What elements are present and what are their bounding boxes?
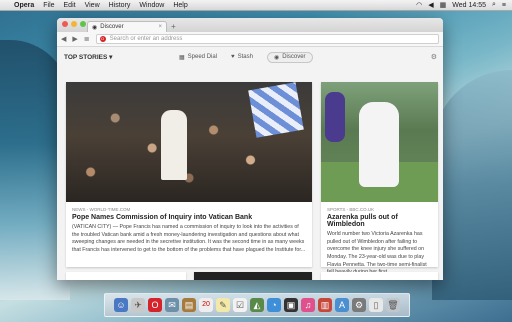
- system-preferences-icon[interactable]: ⚙: [352, 298, 366, 312]
- notes-icon[interactable]: ✎: [216, 298, 230, 312]
- clock[interactable]: Wed 14:55: [452, 2, 486, 9]
- menu-view[interactable]: View: [85, 2, 100, 9]
- tab-discover[interactable]: ◉ Discover ×: [87, 21, 167, 32]
- story-source: SPORTS - BBC.CO.UK: [327, 207, 375, 212]
- mac-menubar: Opera File Edit View History Window Help…: [0, 0, 512, 11]
- story-card-vatican[interactable]: NEWS - WORLD-TIME.COM Pope Names Commiss…: [66, 82, 312, 267]
- story-card-wimbledon[interactable]: SPORTS - BBC.CO.UK Azarenka pulls out of…: [321, 82, 438, 275]
- story-summary: (VATICAN CITY) — Pope Francis has named …: [72, 224, 306, 254]
- stash-button[interactable]: ♥ Stash: [231, 54, 253, 60]
- search-icon[interactable]: ⌕: [492, 1, 496, 9]
- tab-bar: ◉ Discover × +: [57, 18, 443, 32]
- story-image-tennis: [321, 82, 438, 202]
- player-figure: [359, 102, 399, 187]
- menu-list-icon[interactable]: ≡: [502, 2, 506, 9]
- launchpad-icon[interactable]: ✈: [131, 298, 145, 312]
- top-stories-dropdown[interactable]: TOP STORIES ▾: [64, 53, 112, 61]
- close-tab-icon[interactable]: ×: [158, 24, 162, 30]
- minimize-window-button[interactable]: [71, 21, 77, 27]
- desktop-wallpaper-wave-right: [432, 70, 512, 300]
- forward-icon[interactable]: ▶: [72, 35, 77, 43]
- story-source: NEWS - WORLD-TIME.COM: [72, 207, 131, 212]
- bavarian-flag: [248, 82, 304, 138]
- address-field[interactable]: O Search or enter an address: [95, 34, 439, 44]
- itunes-icon[interactable]: ♫: [301, 298, 315, 312]
- discover-label: Discover: [282, 54, 306, 60]
- story-card-partial-dark[interactable]: [194, 272, 312, 280]
- story-headline[interactable]: Azarenka pulls out of Wimbledon: [321, 212, 438, 228]
- trash-icon[interactable]: 🗑: [386, 298, 400, 312]
- zoom-window-button[interactable]: [80, 21, 86, 27]
- pope-figure: [161, 110, 187, 180]
- books-icon[interactable]: ▥: [318, 298, 332, 312]
- discover-button[interactable]: ◉ Discover: [266, 51, 313, 63]
- top-stories-label: TOP STORIES: [64, 54, 108, 61]
- address-bar-row: ◀ ▶ ≣ O Search or enter an address: [57, 32, 443, 47]
- back-icon[interactable]: ◀: [61, 35, 66, 43]
- grid-icon: ▦: [179, 54, 185, 61]
- story-card-partial[interactable]: [321, 272, 438, 280]
- calendar-icon[interactable]: 20: [199, 298, 213, 312]
- menu-history[interactable]: History: [109, 2, 131, 9]
- contacts-icon[interactable]: ▤: [182, 298, 196, 312]
- menu-file[interactable]: File: [43, 2, 54, 9]
- tab-title: Discover: [100, 24, 124, 30]
- opera-logo-icon: O: [99, 36, 106, 42]
- opera-icon[interactable]: O: [148, 298, 162, 312]
- story-card-partial[interactable]: [66, 272, 186, 280]
- speed-dial-button[interactable]: ▦ Speed Dial: [179, 54, 217, 61]
- wifi-icon[interactable]: ◠: [416, 1, 422, 9]
- toolbar-center: ▦ Speed Dial ♥ Stash ◉ Discover: [179, 51, 313, 63]
- flag-icon[interactable]: ▦: [440, 1, 447, 9]
- document-icon[interactable]: ▯: [369, 298, 383, 312]
- dock: ☺ ✈ O ✉ ▤ 20 ✎ ☑ ◭ ◔ ▣ ♫ ▥ A ⚙ ▯ 🗑: [104, 293, 410, 317]
- close-window-button[interactable]: [62, 21, 68, 27]
- messages-icon[interactable]: ◔: [267, 298, 281, 312]
- discover-toolbar: TOP STORIES ▾ ▦ Speed Dial ♥ Stash ◉ Dis…: [57, 47, 443, 67]
- tabs-menu-icon[interactable]: ≣: [84, 35, 90, 43]
- menu-edit[interactable]: Edit: [64, 2, 76, 9]
- finder-icon[interactable]: ☺: [114, 298, 128, 312]
- menu-help[interactable]: Help: [173, 2, 187, 9]
- menu-app-name[interactable]: Opera: [14, 2, 34, 9]
- mail-icon[interactable]: ✉: [165, 298, 179, 312]
- volume-icon[interactable]: ◀: [428, 1, 433, 9]
- discover-tab-icon: ◉: [92, 24, 98, 31]
- heart-icon: ♥: [231, 54, 235, 60]
- reminders-icon[interactable]: ☑: [233, 298, 247, 312]
- app-store-icon[interactable]: A: [335, 298, 349, 312]
- address-placeholder: Search or enter an address: [109, 36, 183, 42]
- stash-label: Stash: [237, 54, 253, 60]
- speed-dial-label: Speed Dial: [187, 54, 218, 60]
- new-tab-button[interactable]: +: [171, 22, 176, 32]
- story-image-crowd: [66, 82, 312, 202]
- maps-icon[interactable]: ◭: [250, 298, 264, 312]
- story-headline[interactable]: Pope Names Commission of Inquiry into Va…: [66, 212, 312, 221]
- story-summary: World number two Victoria Azarenka has p…: [327, 231, 427, 275]
- window-controls: [62, 21, 86, 27]
- facetime-icon[interactable]: ▣: [284, 298, 298, 312]
- menu-window[interactable]: Window: [139, 2, 164, 9]
- gear-icon[interactable]: ⚙: [431, 53, 437, 61]
- eye-icon: ◉: [273, 54, 280, 61]
- browser-window: ◉ Discover × + ◀ ▶ ≣ O Search or enter a…: [57, 18, 443, 280]
- official-figure: [325, 92, 345, 142]
